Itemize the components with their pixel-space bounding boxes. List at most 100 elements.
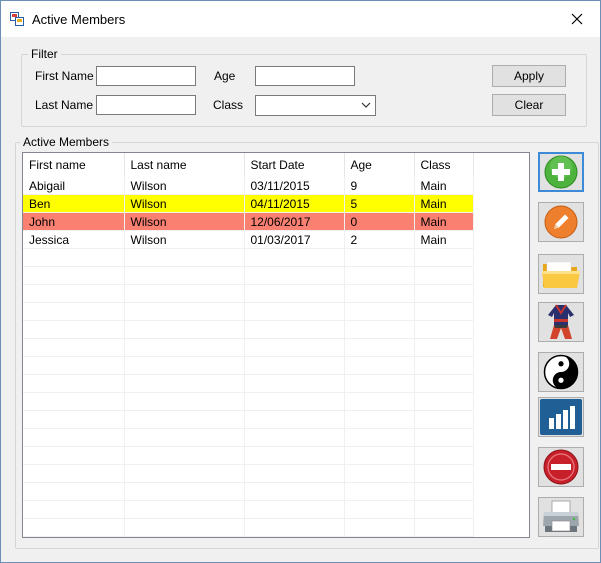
clear-button[interactable]: Clear — [492, 94, 566, 116]
cell-last-name: Wilson — [124, 212, 245, 231]
chevron-down-icon — [361, 102, 371, 108]
empty-cell — [23, 536, 125, 537]
folder-icon — [542, 261, 580, 288]
empty-cell — [244, 248, 345, 267]
remove-member-button[interactable] — [538, 447, 584, 487]
uniform-button[interactable] — [538, 302, 584, 342]
empty-cell — [23, 410, 125, 429]
age-input[interactable] — [255, 66, 355, 86]
cell-start-date: 04/11/2015 — [244, 194, 345, 213]
empty-cell — [414, 464, 474, 483]
table-row[interactable]: John Wilson 12/06/2017 0 Main — [23, 212, 474, 231]
empty-cell — [414, 518, 474, 537]
empty-cell — [124, 536, 245, 537]
column-header-last-name[interactable]: Last name — [124, 153, 245, 177]
empty-cell — [124, 518, 245, 537]
active-members-window: Active Members Filter First Name Last Na… — [0, 0, 601, 563]
empty-cell — [23, 302, 125, 321]
column-header-first-name[interactable]: First name — [23, 153, 125, 177]
empty-cell — [244, 392, 345, 411]
empty-row — [23, 302, 474, 321]
empty-cell — [344, 536, 415, 537]
empty-cell — [414, 374, 474, 393]
column-header-start-date[interactable]: Start Date — [244, 153, 345, 177]
empty-row — [23, 320, 474, 339]
empty-cell — [344, 482, 415, 501]
empty-cell — [344, 428, 415, 447]
cell-last-name: Wilson — [124, 194, 245, 213]
empty-cell — [344, 410, 415, 429]
empty-cell — [344, 302, 415, 321]
minus-icon — [543, 449, 579, 485]
empty-row — [23, 464, 474, 483]
cell-first-name: Abigail — [23, 177, 125, 195]
empty-cell — [244, 518, 345, 537]
bar-chart-icon — [540, 399, 582, 435]
column-header-class[interactable]: Class — [414, 153, 474, 177]
cell-class: Main — [414, 212, 474, 231]
table-row[interactable]: Ben Wilson 04/11/2015 5 Main — [23, 194, 474, 213]
cell-start-date: 12/06/2017 — [244, 212, 345, 231]
window-title: Active Members — [32, 12, 126, 27]
yin-yang-icon — [543, 354, 579, 390]
empty-cell — [124, 500, 245, 519]
empty-cell — [414, 266, 474, 285]
empty-cell — [414, 500, 474, 519]
close-button[interactable] — [554, 1, 600, 37]
empty-cell — [344, 464, 415, 483]
table-row[interactable]: Jessica Wilson 01/03/2017 2 Main — [23, 230, 474, 249]
table-row[interactable]: Abigail Wilson 03/11/2015 9 Main — [23, 177, 474, 195]
empty-cell — [414, 248, 474, 267]
cell-first-name: Ben — [23, 194, 125, 213]
empty-cell — [414, 392, 474, 411]
title-bar: Active Members — [1, 1, 600, 37]
empty-row — [23, 248, 474, 267]
empty-cell — [244, 464, 345, 483]
yin-yang-button[interactable] — [538, 352, 584, 392]
empty-cell — [344, 320, 415, 339]
empty-cell — [124, 482, 245, 501]
empty-cell — [344, 446, 415, 465]
empty-cell — [344, 374, 415, 393]
cell-start-date: 03/11/2015 — [244, 177, 345, 195]
empty-cell — [124, 338, 245, 357]
statistics-button[interactable] — [538, 397, 584, 437]
empty-cell — [124, 320, 245, 339]
last-name-input[interactable] — [96, 95, 196, 115]
pencil-icon — [544, 205, 578, 239]
close-icon — [571, 13, 583, 25]
printer-icon — [543, 500, 579, 532]
empty-cell — [344, 518, 415, 537]
column-header-age[interactable]: Age — [344, 153, 415, 177]
edit-member-button[interactable] — [538, 202, 584, 242]
apply-button[interactable]: Apply — [492, 65, 566, 87]
empty-cell — [23, 428, 125, 447]
empty-cell — [23, 482, 125, 501]
age-label: Age — [214, 69, 236, 83]
empty-cell — [344, 500, 415, 519]
members-grid[interactable]: First name Last name Start Date Age Clas… — [22, 152, 530, 538]
empty-cell — [23, 356, 125, 375]
empty-row — [23, 410, 474, 429]
first-name-input[interactable] — [96, 66, 196, 86]
empty-cell — [23, 446, 125, 465]
empty-cell — [23, 392, 125, 411]
print-button[interactable] — [538, 497, 584, 537]
empty-row — [23, 482, 474, 501]
empty-cell — [23, 248, 125, 267]
open-folder-button[interactable] — [538, 254, 584, 294]
empty-cell — [244, 266, 345, 285]
app-icon — [10, 12, 24, 26]
empty-cell — [414, 284, 474, 303]
empty-cell — [244, 338, 345, 357]
empty-cell — [414, 338, 474, 357]
empty-row — [23, 536, 474, 537]
cell-start-date: 01/03/2017 — [244, 230, 345, 249]
empty-cell — [244, 302, 345, 321]
empty-cell — [414, 302, 474, 321]
add-member-button[interactable] — [538, 152, 584, 192]
cell-age: 9 — [344, 177, 415, 195]
class-select[interactable] — [255, 95, 376, 116]
empty-cell — [414, 536, 474, 537]
empty-row — [23, 266, 474, 285]
